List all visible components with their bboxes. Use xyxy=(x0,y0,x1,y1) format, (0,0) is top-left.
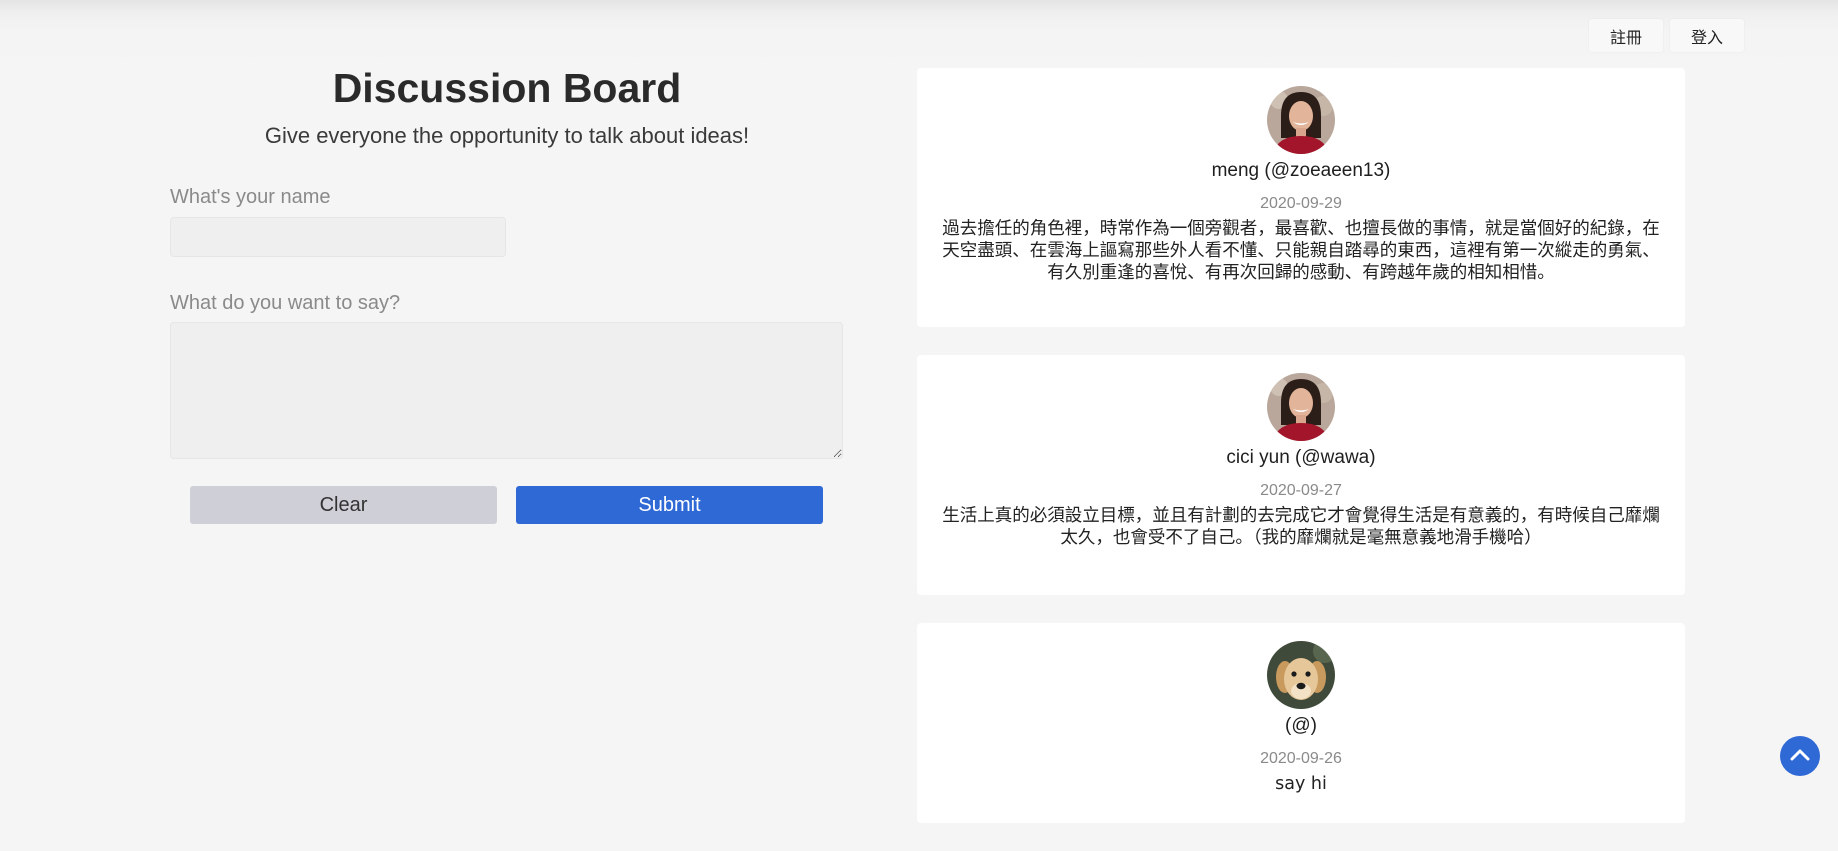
page-subtitle: Give everyone the opportunity to talk ab… xyxy=(264,123,750,148)
post-card: cici yun (@wawa) 2020-09-27 生活上真的必須設立目標，… xyxy=(917,355,1685,595)
form-actions: Clear Submit xyxy=(170,486,844,524)
posts-feed: meng (@zoeaeen13) 2020-09-29 過去擔任的角色裡，時常… xyxy=(917,68,1685,851)
clear-button[interactable]: Clear xyxy=(190,486,497,524)
post-content: 過去擔任的角色裡，時常作為一個旁觀者，最喜歡、也擅長做的事情，就是當個好的紀錄，… xyxy=(942,219,1660,283)
post-date: 2020-09-26 xyxy=(1260,750,1342,767)
woman-avatar-icon xyxy=(1267,86,1335,154)
post-card: (@) 2020-09-26 say hi xyxy=(917,623,1685,823)
scroll-to-top-button[interactable] xyxy=(1780,736,1820,776)
post-card: meng (@zoeaeen13) 2020-09-29 過去擔任的角色裡，時常… xyxy=(917,68,1685,327)
post-author: meng (@zoeaeen13) xyxy=(1211,160,1391,181)
post-content: 生活上真的必須設立目標，並且有計劃的去完成它才會覺得生活是有意義的，有時候自己靡… xyxy=(942,506,1660,548)
submit-button[interactable]: Submit xyxy=(516,486,823,524)
post-author: cici yun (@wawa) xyxy=(1226,447,1376,468)
message-textarea[interactable] xyxy=(170,322,843,459)
register-button[interactable]: 註冊 xyxy=(1588,19,1663,52)
page-title: Discussion Board xyxy=(332,65,682,111)
post-form-panel: Discussion Board Give everyone the oppor… xyxy=(170,62,844,524)
dog-avatar-icon xyxy=(1267,641,1335,709)
post-author: (@) xyxy=(1285,715,1317,736)
auth-nav: 註冊 登入 xyxy=(1588,19,1744,52)
post-content: say hi xyxy=(1275,774,1327,794)
post-date: 2020-09-29 xyxy=(1260,195,1342,212)
message-label: What do you want to say? xyxy=(170,292,401,314)
post-date: 2020-09-27 xyxy=(1260,482,1342,499)
name-label: What's your name xyxy=(170,186,331,208)
woman-avatar-icon xyxy=(1267,373,1335,441)
login-button[interactable]: 登入 xyxy=(1669,19,1744,52)
name-input[interactable] xyxy=(170,217,506,257)
chevron-up-icon xyxy=(1790,748,1810,765)
